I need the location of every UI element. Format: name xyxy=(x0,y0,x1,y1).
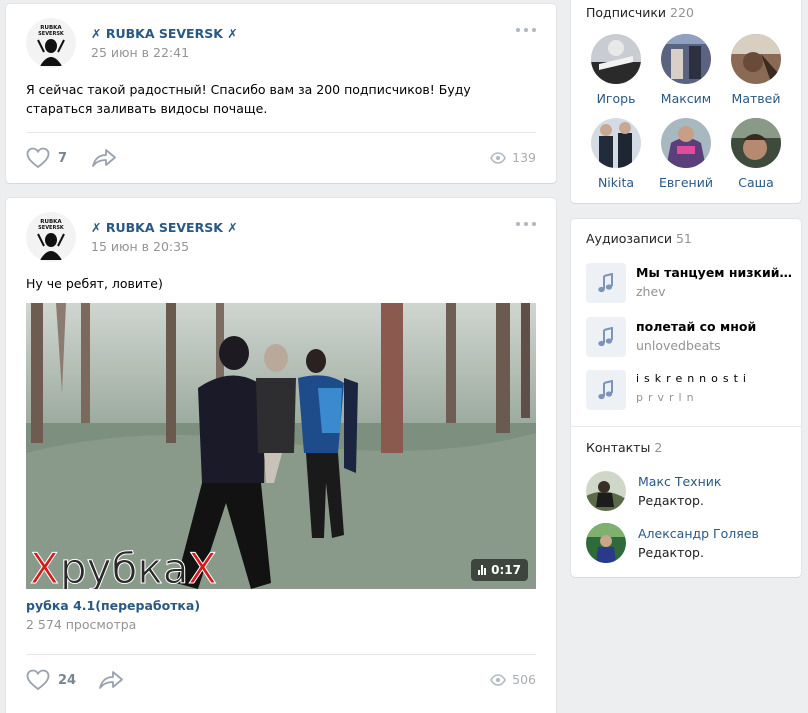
views-count: 139 xyxy=(512,150,536,165)
track-name: полетай со мной xyxy=(636,319,757,334)
post-text: Я сейчас такой радостный! Спасибо вам за… xyxy=(26,82,471,116)
avatar xyxy=(591,118,641,168)
heart-icon xyxy=(26,669,50,691)
track-name: iskrennosti xyxy=(636,372,751,385)
share-button[interactable] xyxy=(91,147,117,169)
post-divider xyxy=(26,132,536,133)
views-count: 506 xyxy=(512,672,536,687)
subscribers-block: Подписчики 220 Игорь Максим Матвей Nikita… xyxy=(571,0,801,203)
svg-text:рубка: рубка xyxy=(60,544,189,589)
section-divider xyxy=(571,426,801,427)
music-note-icon[interactable] xyxy=(586,263,626,303)
contacts-header[interactable]: Контакты 2 xyxy=(586,440,662,455)
post-author-name[interactable]: ✗ RUBKA SEVERSK ✗ xyxy=(91,220,238,235)
post-divider xyxy=(26,654,536,655)
subscriber-item[interactable]: Nikita xyxy=(581,118,651,202)
track-artist[interactable]: unlovedbeats xyxy=(636,338,796,353)
contact-name[interactable]: Александр Голяев xyxy=(638,526,759,541)
share-button[interactable] xyxy=(98,669,124,691)
audio-header[interactable]: Аудиозаписи 51 xyxy=(586,231,692,246)
like-count: 7 xyxy=(58,150,68,166)
avatar[interactable] xyxy=(586,471,626,511)
avatar xyxy=(731,34,781,84)
post-date[interactable]: 25 июн в 22:41 xyxy=(91,45,189,60)
video-duration-badge: 0:17 xyxy=(471,559,528,581)
like-button[interactable]: 24 xyxy=(26,669,76,691)
subscribers-header[interactable]: Подписчики 220 xyxy=(586,5,694,20)
contacts-count: 2 xyxy=(654,440,663,455)
eye-icon xyxy=(490,673,506,686)
like-button[interactable]: 7 xyxy=(26,147,67,169)
music-note-icon[interactable] xyxy=(586,317,626,357)
share-icon xyxy=(92,149,116,167)
subscribers-grid: Игорь Максим Матвей Nikita Евгений Саша xyxy=(581,34,791,202)
track-artist[interactable]: prvrln xyxy=(636,391,796,404)
subscribers-count: 220 xyxy=(670,5,694,20)
post-author-avatar[interactable]: RUBKA SEVERSK xyxy=(26,18,76,68)
video-title[interactable]: рубка 4.1(переработка) xyxy=(26,598,200,613)
post-author-avatar[interactable]: RUBKA SEVERSK xyxy=(26,212,76,262)
contact-role: Редактор. xyxy=(638,545,704,560)
eye-icon xyxy=(490,151,506,164)
subscriber-item[interactable]: Максим xyxy=(651,34,721,118)
audio-track[interactable]: полетай со мной unlovedbeats xyxy=(586,317,796,357)
svg-text:X: X xyxy=(188,544,217,589)
video-player[interactable]: X рубка X 0:17 xyxy=(26,303,536,589)
post-author-name[interactable]: ✗ RUBKA SEVERSK ✗ xyxy=(91,26,238,41)
avatar[interactable] xyxy=(586,523,626,563)
audio-count: 51 xyxy=(675,231,692,246)
views-counter: 506 xyxy=(490,672,536,687)
subscriber-name: Саша xyxy=(738,175,774,190)
share-icon xyxy=(99,671,123,689)
avatar xyxy=(731,118,781,168)
subscriber-name: Евгений xyxy=(659,175,713,190)
contacts-title: Контакты xyxy=(586,440,651,455)
track-name: Мы танцуем низкий фле... xyxy=(636,265,796,280)
subscriber-item[interactable]: Саша xyxy=(721,118,791,202)
subscriber-item[interactable]: Матвей xyxy=(721,34,791,118)
subscriber-name: Максим xyxy=(660,91,712,106)
avatar xyxy=(661,118,711,168)
music-note-icon[interactable] xyxy=(586,370,626,410)
contact-name[interactable]: Макс Техник xyxy=(638,474,721,489)
video-views: 2 574 просмотра xyxy=(26,617,137,632)
subscriber-name: Nikita xyxy=(597,175,635,190)
contact-item[interactable]: Макс Техник Редактор. xyxy=(586,471,796,511)
more-options-icon[interactable] xyxy=(516,221,536,227)
more-options-icon[interactable] xyxy=(516,27,536,33)
track-artist[interactable]: zhev xyxy=(636,284,796,299)
avatar xyxy=(661,34,711,84)
views-counter: 139 xyxy=(490,150,536,165)
svg-text:X: X xyxy=(30,544,59,589)
post-date[interactable]: 15 июн в 20:35 xyxy=(91,239,189,254)
subscriber-name: Матвей xyxy=(731,91,781,106)
subscriber-item[interactable]: Евгений xyxy=(651,118,721,202)
subscriber-item[interactable]: Игорь xyxy=(581,34,651,118)
equalizer-icon xyxy=(478,565,487,575)
heart-icon xyxy=(26,147,50,169)
video-watermark: X рубка X xyxy=(30,544,218,590)
avatar xyxy=(591,34,641,84)
subscribers-title: Подписчики xyxy=(586,5,667,20)
like-count: 24 xyxy=(58,672,77,688)
svg-text:SEVERSK: SEVERSK xyxy=(38,225,65,231)
post-card: RUBKA SEVERSK ✗ RUBKA SEVERSK ✗ 25 июн в… xyxy=(6,4,556,183)
audio-title: Аудиозаписи xyxy=(586,231,672,246)
contact-item[interactable]: Александр Голяев Редактор. xyxy=(586,523,796,563)
video-duration: 0:17 xyxy=(491,563,521,577)
svg-text:SEVERSK: SEVERSK xyxy=(38,31,65,37)
post-card: RUBKA SEVERSK ✗ RUBKA SEVERSK ✗ 15 июн в… xyxy=(6,198,556,713)
audio-track[interactable]: Мы танцуем низкий фле... zhev xyxy=(586,263,796,303)
contact-role: Редактор. xyxy=(638,493,704,508)
subscriber-name: Игорь xyxy=(596,91,636,106)
audio-track[interactable]: iskrennosti prvrln xyxy=(586,370,796,410)
post-text: Ну че ребят, ловите) xyxy=(26,276,163,291)
audio-contacts-block: Аудиозаписи51 Мы танцуем низкий фле... z… xyxy=(571,219,801,577)
